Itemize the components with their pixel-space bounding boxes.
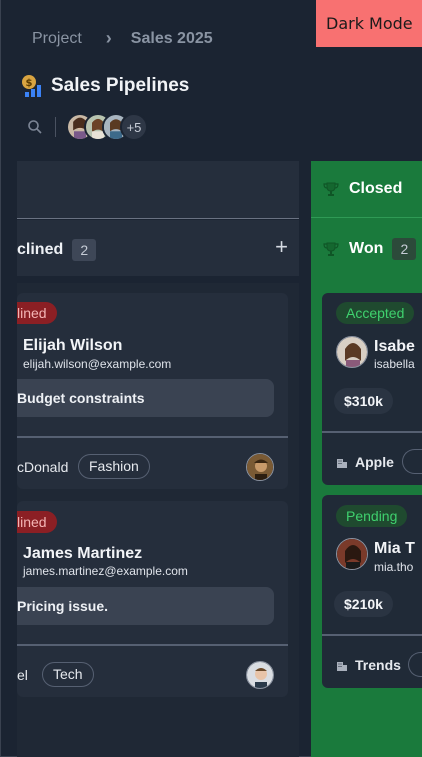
contact-email: elijah.wilson@example.com: [23, 357, 172, 371]
contact-avatar: [336, 336, 368, 368]
svg-text:$: $: [26, 78, 33, 89]
company-name: cDonald: [17, 459, 69, 475]
page-title-row: $ Sales Pipelines: [20, 74, 189, 98]
deal-card[interactable]: lined James Martinez james.martinez@exam…: [17, 501, 288, 697]
won-column-title: Won: [349, 240, 384, 257]
closed-group-header: Closed: [311, 161, 422, 218]
contact-name: Mia T: [374, 540, 415, 557]
contact-email: james.martinez@example.com: [23, 564, 188, 578]
deal-card[interactable]: lined Elijah Wilson elijah.wilson@exampl…: [17, 293, 288, 489]
trophy-icon: [323, 182, 339, 196]
deal-amount: $310k: [334, 388, 393, 414]
card-divider: [322, 634, 422, 636]
industry-tag[interactable]: Fashion: [78, 454, 150, 479]
industry-tag[interactable]: Tech: [42, 662, 94, 687]
trophy-icon: [323, 242, 339, 256]
card-note: Budget constraints: [17, 379, 274, 417]
status-badge: lined: [17, 511, 57, 533]
deal-amount: $210k: [334, 591, 393, 617]
building-icon: [337, 459, 347, 468]
closed-group-title: Closed: [349, 180, 403, 197]
company-name: Apple: [355, 454, 394, 470]
company-name: Trends: [355, 657, 401, 673]
member-avatars[interactable]: +5: [66, 113, 148, 141]
deal-card[interactable]: Pending Mia T mia.tho $210k Trends: [322, 495, 422, 688]
toolbar-divider: [55, 117, 56, 137]
building-icon: [337, 662, 347, 671]
contact-name: Elijah Wilson: [23, 337, 123, 354]
toolbar: +5: [27, 113, 148, 141]
more-members-badge[interactable]: +5: [120, 113, 148, 141]
money-chart-icon: $: [22, 75, 41, 97]
chevron-right-icon: ›: [105, 28, 112, 48]
page-title: Sales Pipelines: [51, 75, 190, 96]
declined-count-badge: 2: [72, 239, 97, 261]
industry-tag[interactable]: [402, 449, 422, 474]
contact-email: mia.tho: [374, 560, 414, 574]
card-divider: [17, 436, 288, 438]
won-column-header: Won 2: [311, 218, 422, 276]
declined-column-header: clined 2 +: [17, 220, 299, 276]
contact-name: Isabe: [374, 338, 415, 355]
company-name: el: [17, 667, 28, 683]
industry-tag[interactable]: [408, 652, 422, 677]
status-badge: Accepted: [336, 302, 415, 324]
search-icon[interactable]: [27, 119, 43, 135]
declined-column-top: [17, 161, 299, 219]
status-badge: Pending: [336, 505, 408, 527]
card-note: Pricing issue.: [17, 587, 274, 625]
breadcrumb-root[interactable]: Project: [32, 30, 82, 48]
deal-card[interactable]: Accepted Isabe isabella $310k Apple: [322, 293, 422, 485]
contact-avatar: [336, 538, 368, 570]
breadcrumb: Project › Sales 2025: [32, 28, 213, 49]
owner-avatar[interactable]: [246, 661, 274, 689]
status-badge: lined: [17, 302, 57, 324]
contact-name: James Martinez: [23, 545, 143, 562]
add-card-button[interactable]: +: [275, 236, 288, 258]
breadcrumb-current: Sales 2025: [130, 29, 213, 47]
declined-column-title: clined: [17, 241, 64, 258]
dark-mode-toggle[interactable]: Dark Mode: [316, 0, 422, 47]
card-divider: [322, 431, 422, 433]
won-count-badge: 2: [392, 238, 417, 260]
owner-avatar[interactable]: [246, 453, 274, 481]
card-divider: [17, 644, 288, 646]
contact-email: isabella: [374, 357, 415, 371]
